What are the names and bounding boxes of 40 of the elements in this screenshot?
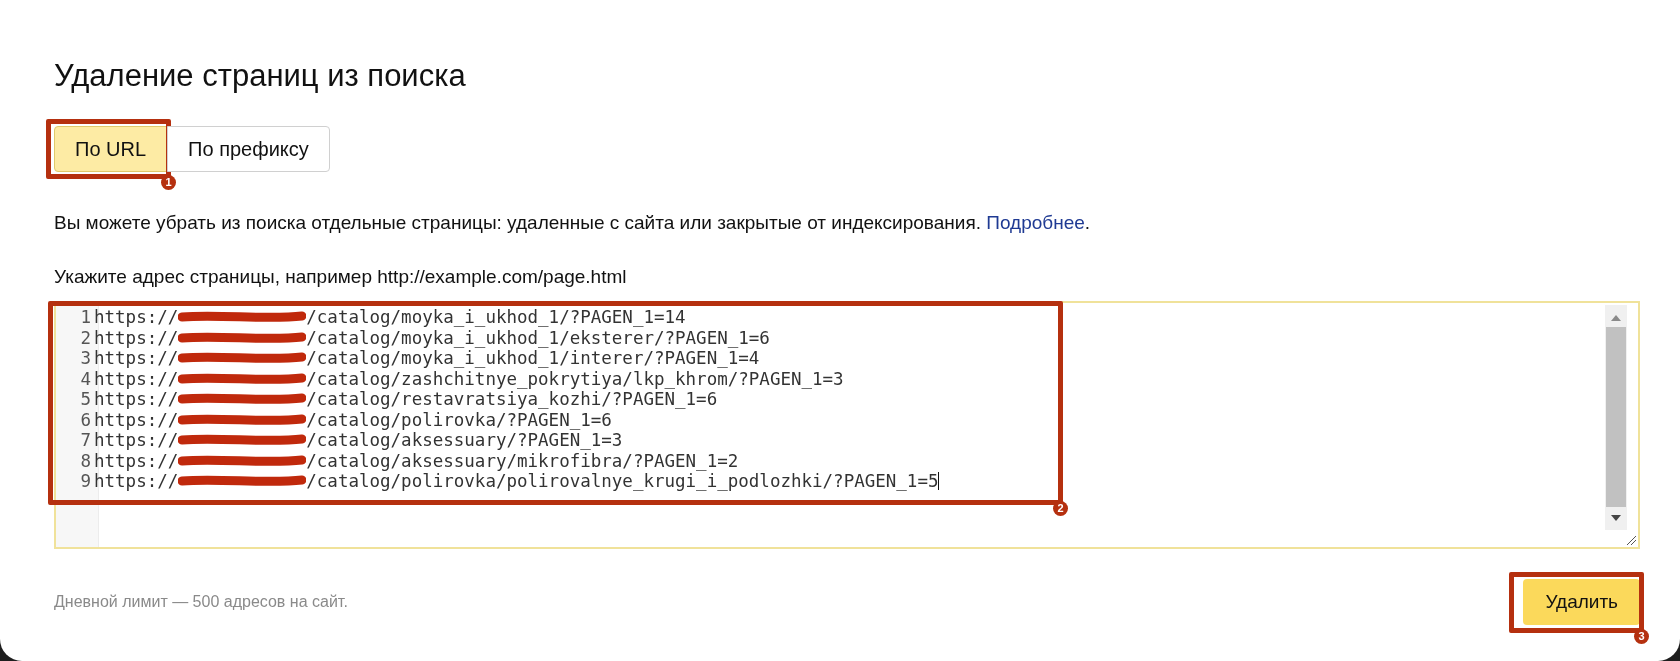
url-prefix: https:// [94, 327, 179, 348]
url-prefix: https:// [94, 307, 179, 328]
url-path: /catalog/polirovka/polirovalnye_krugi_i_podlozhki/?PAGEN_1=5 [306, 471, 939, 492]
url-path: /catalog/aksessuary/?PAGEN_1=3 [306, 430, 623, 451]
delete-button[interactable]: Удалить [1523, 579, 1640, 625]
line-number: 8 [79, 450, 92, 471]
url-path: /catalog/polirovka/?PAGEN_1=6 [306, 409, 612, 430]
url-prefix: https:// [94, 348, 179, 369]
scrollbar[interactable] [1605, 305, 1627, 530]
url-path: /catalog/moyka_i_ukhod_1/eksterer/?PAGEN_1=6 [306, 327, 770, 348]
url-path: /catalog/moyka_i_ukhod_1/interer/?PAGEN_1=4 [306, 348, 760, 369]
annotation-number: 1 [161, 175, 177, 190]
line-number: 9 [79, 471, 92, 492]
tab[interactable]: По URL [54, 126, 168, 172]
url-path: /catalog/aksessuary/mikrofibra/?PAGEN_1=2 [306, 450, 739, 471]
limit-note: Дневной лимит — 500 адресов на сайт. [54, 593, 348, 611]
url-prefix: https:// [94, 450, 179, 471]
url-path: /catalog/moyka_i_ukhod_1/?PAGEN_1=14 [306, 307, 686, 328]
url-path: /catalog/restavratsiya_kozhi/?PAGEN_1=6 [306, 389, 718, 410]
line-number: 4 [79, 368, 92, 389]
line-number: 2 [79, 327, 92, 348]
description-text: Вы можете убрать из поиска отдельные страницы: удаленные с сайта или закрытые от индексирования. Подробнее. [54, 212, 1091, 234]
line-number: 5 [79, 389, 92, 410]
line-number: 3 [79, 348, 92, 369]
annotation-number: 2 [1053, 501, 1068, 516]
url-prefix: https:// [94, 430, 179, 451]
more-link[interactable]: Подробнее [986, 212, 1085, 233]
url-prefix: https:// [94, 389, 179, 410]
url-prefix: https:// [94, 409, 179, 430]
url-prefix: https:// [94, 368, 179, 389]
tab[interactable]: По префиксу [167, 126, 330, 172]
page-title: Удаление страниц из поиска [54, 57, 466, 95]
line-number: 6 [79, 409, 92, 430]
annotation-number: 3 [1634, 629, 1649, 644]
resize-handle-icon[interactable] [1625, 534, 1637, 546]
field-label: Укажите адрес страницы, например http://example.com/page.html [54, 266, 627, 288]
url-path: /catalog/zashchitnye_pokrytiya/lkp_khrom/?PAGEN_1=3 [306, 368, 844, 389]
url-prefix: https:// [94, 471, 179, 492]
line-number: 7 [79, 430, 92, 451]
line-number: 1 [79, 307, 92, 328]
